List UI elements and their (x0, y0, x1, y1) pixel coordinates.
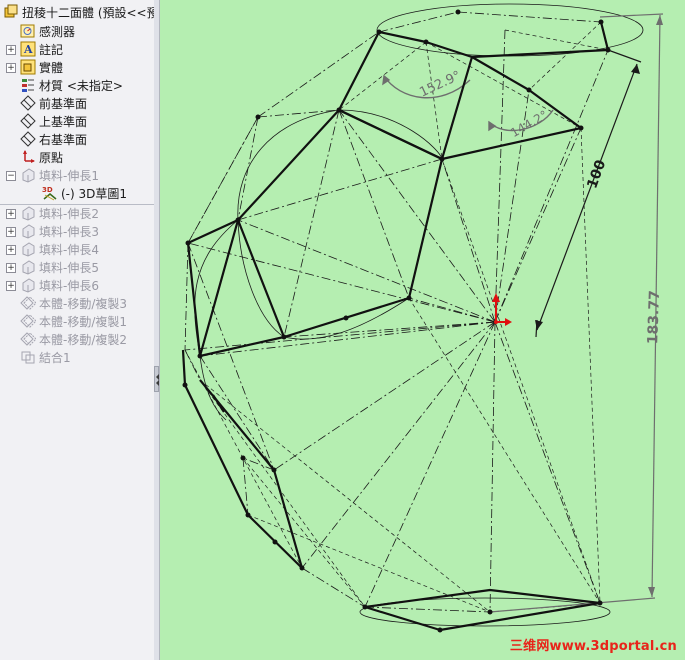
tree-item-label: 註記 (39, 42, 64, 57)
expand-toggle[interactable]: + (6, 227, 16, 237)
tree-item-label: 填料-伸長2 (39, 206, 99, 221)
combine-icon (20, 349, 36, 365)
tree-item-solid-bodies[interactable]: 實體 (20, 58, 63, 76)
tree-item-extrude-3[interactable]: 填料-伸長3 (20, 222, 99, 240)
tree-root[interactable]: 扭稜十二面體 (預設<<預 (3, 3, 155, 21)
tree-item-combine-1[interactable]: 結合1 (20, 348, 71, 366)
tree-item-label: 填料-伸長4 (39, 242, 99, 257)
extrude-icon (20, 167, 36, 183)
tree-item-label: 填料-伸長6 (39, 278, 99, 293)
extrude-icon (20, 223, 36, 239)
tree-item-extrude-2[interactable]: 填料-伸長2 (20, 204, 99, 222)
linear-dimension-100[interactable]: 100 (584, 158, 609, 191)
sensor-icon (20, 23, 36, 39)
tree-item-label: 本體-移動/複製1 (39, 314, 128, 329)
expand-toggle[interactable]: + (6, 63, 16, 73)
sketch3d-badge-text: 3D (42, 186, 53, 194)
tree-item-sensors[interactable]: 感測器 (20, 22, 75, 40)
expand-toggle[interactable]: + (6, 245, 16, 255)
tree-item-move-copy-2[interactable]: 本體-移動/複製2 (20, 330, 127, 348)
plane-icon (20, 131, 36, 147)
watermark: 三维网www.3dportal.cn (509, 639, 677, 654)
tree-item-label: 前基準面 (39, 96, 88, 111)
tree-item-label: 結合1 (39, 350, 71, 365)
extrude-icon (20, 259, 36, 275)
move-copy-icon (20, 295, 36, 311)
svg-text:A: A (23, 43, 33, 56)
tree-item-label: 填料-伸長5 (39, 260, 99, 275)
tree-item-extrude-6[interactable]: 填料-伸長6 (20, 276, 99, 294)
tree-item-extrude-1[interactable]: 填料-伸長1 (20, 166, 99, 184)
tree-item-label: 感測器 (39, 24, 76, 39)
expand-toggle[interactable]: + (6, 263, 16, 273)
material-icon (20, 77, 36, 93)
plane-icon (20, 95, 36, 111)
plane-icon (20, 113, 36, 129)
tree-item-label: 填料-伸長1 (39, 168, 99, 183)
linear-dimension-183[interactable]: 183.77 (645, 290, 663, 345)
solid-bodies-icon (20, 59, 36, 75)
extrude-icon (20, 205, 36, 221)
tree-item-label: 實體 (39, 60, 64, 75)
tree-item-top-plane[interactable]: 上基準面 (20, 112, 87, 130)
origin-triad-icon (492, 293, 512, 326)
tree-item-extrude-4[interactable]: 填料-伸長4 (20, 240, 99, 258)
tree-item-label: 本體-移動/複製2 (39, 332, 128, 347)
tree-item-right-plane[interactable]: 右基準面 (20, 130, 87, 148)
extrude-icon (20, 277, 36, 293)
expand-toggle[interactable]: + (6, 281, 16, 291)
tree-item-material[interactable]: 材質 <未指定> (20, 76, 123, 94)
sketch3d-icon: 3D (42, 185, 58, 201)
extrude-icon (20, 241, 36, 257)
collapse-toggle[interactable]: − (6, 171, 16, 181)
tree-item-label: 右基準面 (39, 132, 88, 147)
tree-item-label: 材質 <未指定> (39, 78, 123, 93)
origin-icon (20, 149, 36, 165)
root-label: 扭稜十二面體 (預設<<預 (22, 5, 155, 20)
annotation-icon: A (20, 41, 36, 57)
tree-item-origin[interactable]: 原點 (20, 148, 63, 166)
tree-item-move-copy-3[interactable]: 本體-移動/複製3 (20, 294, 127, 312)
collapse-panel-handle[interactable] (154, 366, 159, 392)
tree-item-3d-sketch[interactable]: 3D (-) 3D草圖1 (42, 184, 127, 202)
tree-item-annotations[interactable]: A 註記 (20, 40, 63, 58)
tree-item-label: 原點 (39, 150, 64, 165)
expand-toggle[interactable]: + (6, 45, 16, 55)
tree-item-label: 填料-伸長3 (39, 224, 99, 239)
dimension-100 (535, 49, 642, 338)
tree-item-label: (-) 3D草圖1 (61, 186, 128, 201)
move-copy-icon (20, 331, 36, 347)
model-canvas[interactable]: 152.9° 144.2° 100 183.77 (160, 0, 685, 660)
part-icon (3, 4, 19, 20)
tree-item-front-plane[interactable]: 前基準面 (20, 94, 87, 112)
tree-item-move-copy-1[interactable]: 本體-移動/複製1 (20, 312, 127, 330)
move-copy-icon (20, 313, 36, 329)
tree-item-label: 本體-移動/複製3 (39, 296, 128, 311)
tree-item-extrude-5[interactable]: 填料-伸長5 (20, 258, 99, 276)
feature-tree: 扭稜十二面體 (預設<<預 感測器 + A 註記 + 實體 材質 <未指定> 前… (0, 0, 155, 660)
expand-toggle[interactable]: + (6, 209, 16, 219)
dimension-183 (489, 13, 664, 613)
tree-item-label: 上基準面 (39, 114, 88, 129)
graphics-viewport[interactable]: 152.9° 144.2° 100 183.77 三维网www.3dportal… (160, 0, 685, 660)
